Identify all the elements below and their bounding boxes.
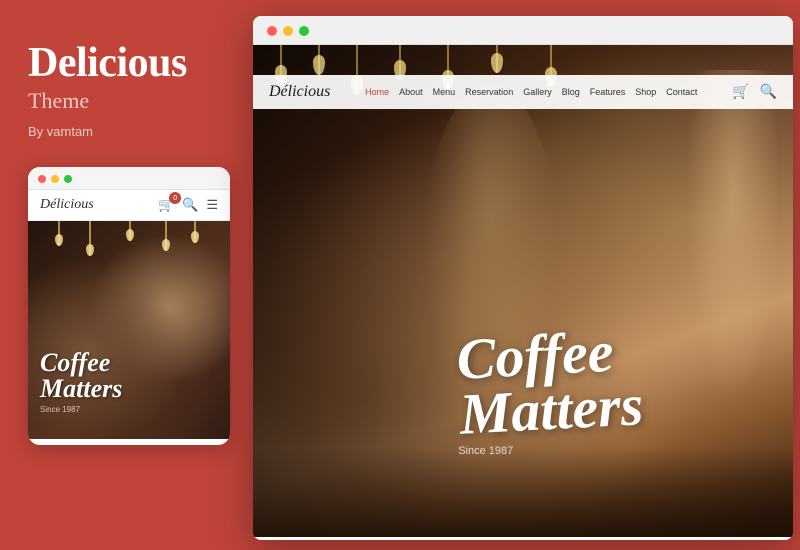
mobile-logo: Délicious: [40, 197, 94, 213]
theme-subtitle: Theme: [28, 88, 217, 114]
light-bulb: [194, 221, 196, 243]
mobile-window-controls: [28, 167, 230, 190]
theme-title: Delicious: [28, 40, 217, 86]
desktop-cart-icon[interactable]: 🛒: [732, 84, 749, 101]
desktop-search-icon[interactable]: 🔍: [760, 84, 777, 101]
mobile-navbar: Délicious 🛒 0 🔍 ☰: [28, 190, 230, 221]
nav-link-blog[interactable]: Blog: [562, 87, 580, 97]
mobile-preview: Délicious 🛒 0 🔍 ☰: [28, 167, 230, 445]
hero-table-overlay: [253, 447, 793, 537]
nav-link-reservation[interactable]: Reservation: [465, 87, 513, 97]
light-bulb: [58, 221, 60, 246]
desktop-nav-actions: 🛒 🔍: [732, 84, 777, 101]
theme-author: By vamtam: [28, 124, 217, 139]
nav-link-features[interactable]: Features: [590, 87, 626, 97]
minimize-dot: [283, 26, 293, 36]
hero-line1: Coffee Matters: [455, 322, 644, 442]
light-bulb: [89, 221, 91, 256]
desktop-window-controls: [253, 16, 793, 45]
mobile-cart-icon[interactable]: 🛒 0: [158, 197, 174, 213]
nav-link-about[interactable]: About: [399, 87, 423, 97]
mobile-hero: Coffee Matters Since 1987: [28, 221, 230, 439]
left-panel: Delicious Theme By vamtam Délicious 🛒 0 …: [0, 0, 245, 550]
mobile-hero-line1: Coffee Matters: [40, 350, 122, 402]
close-dot: [267, 26, 277, 36]
nav-link-menu[interactable]: Menu: [433, 87, 456, 97]
mobile-since: Since 1987: [40, 405, 122, 414]
nav-link-gallery[interactable]: Gallery: [523, 87, 552, 97]
desktop-hero: Délicious Home About Menu Reservation Ga…: [253, 45, 793, 537]
minimize-dot: [51, 175, 59, 183]
maximize-dot: [299, 26, 309, 36]
hero-since: Since 1987: [458, 445, 642, 457]
mobile-nav-icons: 🛒 0 🔍 ☰: [158, 197, 218, 213]
desktop-preview: Délicious Home About Menu Reservation Ga…: [253, 16, 793, 540]
maximize-dot: [64, 175, 72, 183]
mobile-search-icon[interactable]: 🔍: [182, 197, 198, 213]
cart-count: 0: [169, 192, 181, 204]
nav-link-contact[interactable]: Contact: [666, 87, 697, 97]
light-bulb: [129, 221, 131, 241]
mobile-lights: [28, 221, 230, 261]
desktop-nav-links: Home About Menu Reservation Gallery Blog…: [365, 87, 697, 97]
close-dot: [38, 175, 46, 183]
light-bulb: [165, 221, 167, 251]
desktop-navbar: Délicious Home About Menu Reservation Ga…: [253, 75, 793, 109]
mobile-menu-icon[interactable]: ☰: [206, 197, 218, 213]
nav-link-shop[interactable]: Shop: [635, 87, 656, 97]
hero-light: [318, 45, 320, 75]
mobile-hero-text: Coffee Matters Since 1987: [40, 350, 122, 414]
hero-light: [496, 45, 498, 73]
nav-link-home[interactable]: Home: [365, 87, 389, 97]
desktop-logo: Délicious: [269, 83, 330, 101]
hero-text-container: Coffee Matters Since 1987: [458, 327, 642, 457]
